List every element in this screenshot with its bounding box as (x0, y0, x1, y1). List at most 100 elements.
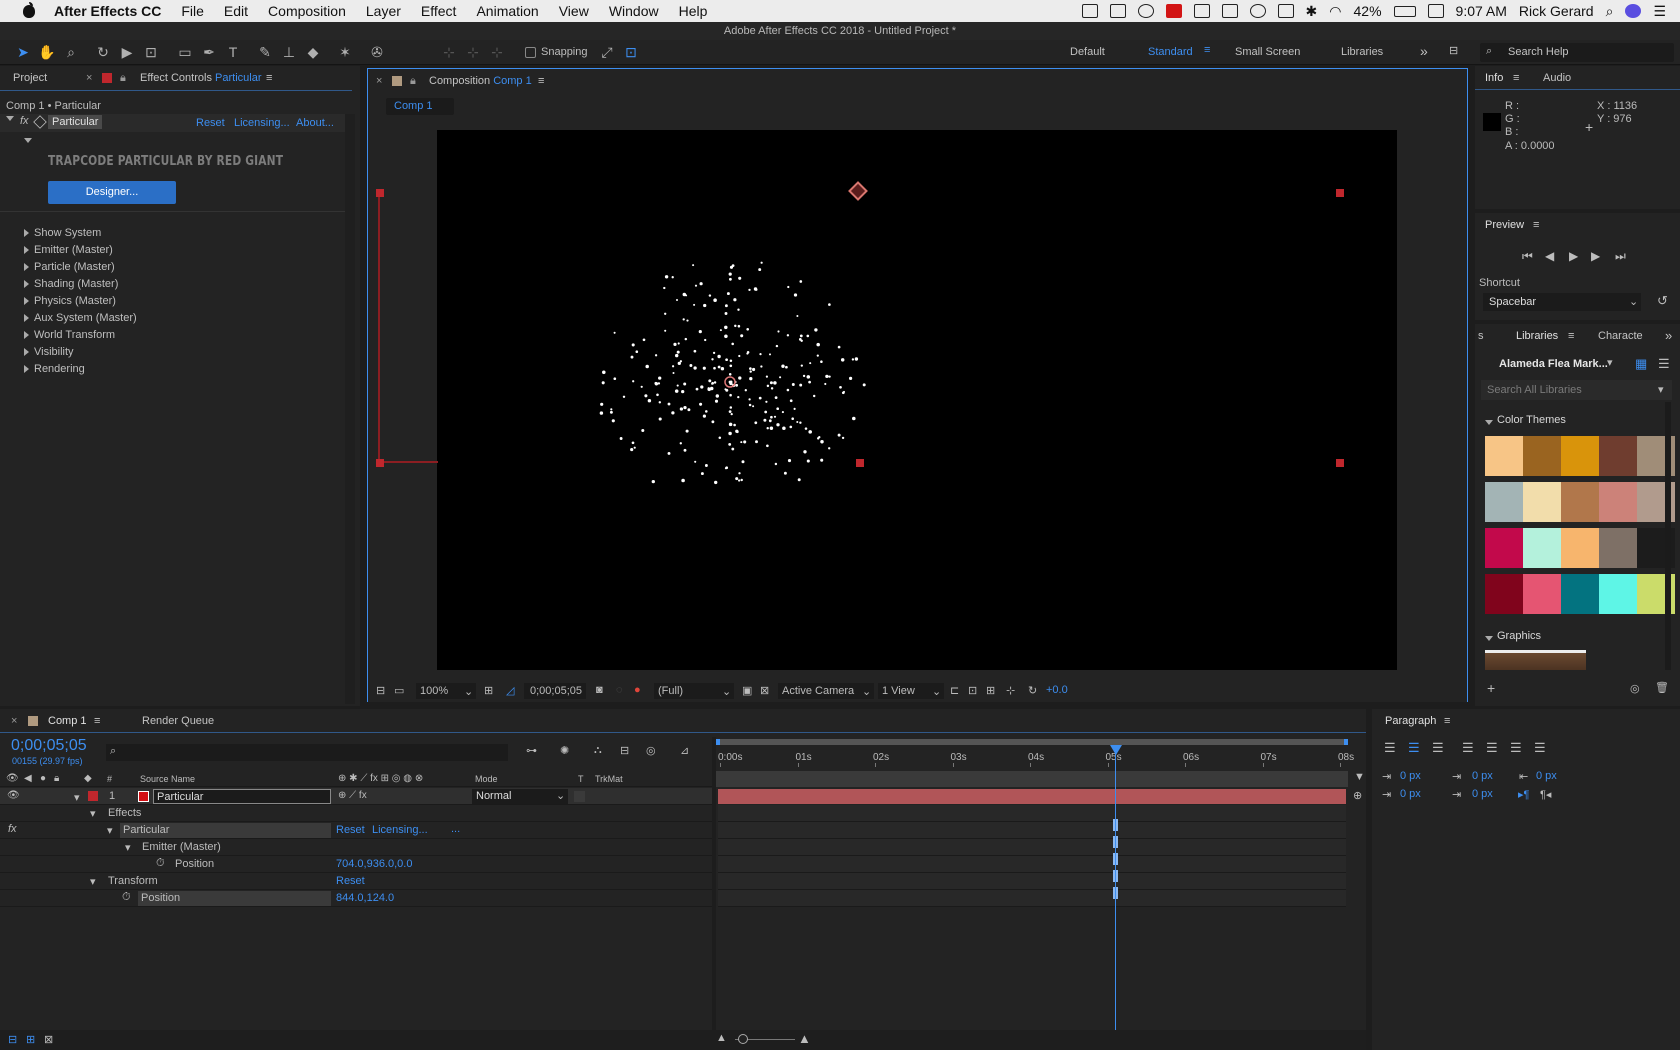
search-help-input[interactable]: Search Help (1508, 46, 1569, 58)
libraries-scrollbar[interactable] (1665, 402, 1671, 670)
indent-left-field[interactable]: 0 px (1400, 770, 1421, 782)
menu-view[interactable]: View (559, 3, 589, 19)
region-of-interest-icon[interactable]: ▣ (742, 684, 752, 697)
collapse-icon[interactable]: ▾ (90, 807, 96, 820)
close-project-icon[interactable]: × (86, 66, 92, 90)
color-theme-swatch[interactable] (1485, 436, 1523, 476)
work-area-bar[interactable] (716, 739, 1348, 745)
mirror-icon[interactable] (1277, 4, 1294, 18)
color-theme-swatch[interactable] (1523, 574, 1561, 614)
solo-switch-icon[interactable]: ● (40, 773, 46, 784)
motion-blur-icon[interactable]: ◎ (646, 744, 656, 757)
timeline-menu-icon[interactable]: ≡ (94, 709, 100, 733)
video-switch-icon[interactable]: 👁︎ (6, 773, 19, 784)
effect-controls-scrollbar[interactable] (345, 114, 355, 704)
library-search-input[interactable]: Search All Libraries (1487, 384, 1582, 396)
group-physics[interactable]: Physics (Master) (24, 293, 116, 309)
shortcut-dropdown[interactable]: Spacebar ⌄ (1483, 293, 1641, 311)
more-panels-icon[interactable]: » (1665, 324, 1672, 348)
pixel-aspect-icon[interactable]: ⊏ (950, 684, 959, 697)
emitter-group-row[interactable]: ▾ Emitter (Master) (0, 839, 712, 856)
menu-window[interactable]: Window (609, 3, 659, 19)
group-aux-system[interactable]: Aux System (Master) (24, 310, 137, 326)
comp-marker-icon[interactable]: ▼ (1354, 771, 1365, 783)
reset-exposure-icon[interactable]: ↻ (1028, 684, 1037, 697)
axis-local-icon[interactable]: ⊹ (440, 44, 458, 61)
lock-icon[interactable]: 🔒︎ (120, 66, 126, 90)
time-ruler[interactable]: 0:00s 01s 02s 03s 04s 05s 06s 07s 08s (716, 749, 1354, 767)
menu-layer[interactable]: Layer (366, 3, 401, 19)
snapping-checkbox[interactable] (525, 47, 536, 58)
group-emitter[interactable]: Emitter (Master) (24, 242, 113, 258)
workspace-small-screen[interactable]: Small Screen (1235, 46, 1300, 58)
menu-effect[interactable]: Effect (421, 3, 457, 19)
menu-animation[interactable]: Animation (476, 3, 538, 19)
color-theme-swatch[interactable] (1523, 436, 1561, 476)
layer-duration-bar[interactable] (718, 789, 1346, 804)
fast-previews-icon[interactable]: ⊡ (968, 684, 977, 697)
graphic-thumbnail[interactable] (1485, 650, 1586, 670)
comp-lock-icon[interactable]: 🔒︎ (410, 69, 416, 93)
axis-view-icon[interactable]: ⊹ (488, 44, 506, 61)
color-theme-swatch[interactable] (1561, 436, 1599, 476)
trash-icon[interactable]: 🗑︎ (1655, 681, 1669, 694)
transparency-grid-icon[interactable]: ⊠ (760, 684, 769, 697)
layer-expand-icon[interactable]: ▾ (74, 791, 80, 804)
roto-brush-tool-icon[interactable]: ✶ (336, 44, 354, 61)
tab-project[interactable]: Project (13, 66, 47, 90)
creative-cloud-icon[interactable] (1137, 4, 1154, 18)
snap-features-icon[interactable]: ⊡ (622, 44, 640, 61)
menu-edit[interactable]: Edit (224, 3, 248, 19)
time-navigator[interactable] (716, 771, 1348, 787)
space-after-field[interactable]: 0 px (1472, 788, 1493, 800)
graphics-header[interactable]: Graphics (1485, 630, 1541, 644)
user-name[interactable]: Rick Gerard (1519, 3, 1594, 19)
close-comp-icon[interactable]: × (376, 69, 382, 93)
creative-cloud-sync-icon[interactable]: ◎ (1630, 682, 1640, 695)
layer-search-input[interactable]: ⌕ (106, 744, 508, 761)
color-theme-swatch[interactable] (1523, 482, 1561, 522)
list-view-icon[interactable]: ☰ (1658, 356, 1670, 372)
effect-reset-link[interactable]: Reset (336, 824, 365, 836)
monitor-icon[interactable] (1193, 4, 1210, 18)
preserve-transparency-box[interactable] (574, 791, 585, 802)
justify-right-icon[interactable]: ☰ (1510, 740, 1522, 756)
frame-blending-icon[interactable]: ⊟ (620, 744, 629, 757)
modes-toggle-icon[interactable]: ⊞ (26, 1033, 35, 1046)
graph-editor-icon[interactable]: ⊿ (680, 744, 689, 757)
toggle-mask-icon[interactable]: ◿ (506, 684, 514, 697)
monitor-output-icon[interactable]: ▭ (394, 684, 404, 697)
designer-button[interactable]: Designer... (48, 181, 176, 204)
group-shading[interactable]: Shading (Master) (24, 276, 118, 292)
comp-mini-flowchart-icon[interactable]: ⊶ (526, 744, 537, 757)
rtl-direction-icon[interactable]: ¶◂ (1540, 788, 1551, 801)
workspace-standard[interactable]: Standard (1148, 46, 1193, 58)
color-theme-swatch[interactable] (1599, 528, 1637, 568)
views-dropdown[interactable]: 1 View ⌄ (878, 683, 944, 699)
tab-render-queue[interactable]: Render Queue (142, 709, 214, 733)
color-theme-swatch[interactable] (1561, 528, 1599, 568)
grid-view-icon[interactable]: ▦ (1635, 356, 1647, 372)
emitter-position-row[interactable]: ⏱︎ Position 704.0,936.0,0.0 (0, 856, 712, 873)
comp-subtab[interactable]: Comp 1 (386, 98, 454, 115)
effect-about-link[interactable]: About... (296, 117, 334, 129)
group-particle[interactable]: Particle (Master) (24, 259, 115, 275)
airplay-icon[interactable] (1081, 4, 1098, 18)
tab-character[interactable]: Characte (1598, 324, 1643, 348)
playhead-handle-icon[interactable] (1110, 745, 1123, 755)
add-icon[interactable]: + (1487, 680, 1495, 696)
group-visibility[interactable]: Visibility (24, 344, 74, 360)
libraries-menu-icon[interactable]: ≡ (1568, 324, 1574, 348)
more-workspaces-icon[interactable]: » (1420, 43, 1428, 59)
label-icon[interactable]: ◆ (84, 773, 92, 784)
ltr-direction-icon[interactable]: ▸¶ (1518, 788, 1529, 801)
timeline-timecode[interactable]: 0;00;05;05 (11, 737, 87, 755)
zoom-in-icon[interactable]: ▲ (798, 1031, 811, 1046)
draft-3d-icon[interactable]: ✺ (560, 744, 569, 757)
prev-frame-icon[interactable]: ◀ (1545, 249, 1554, 263)
color-theme-swatch[interactable] (1599, 482, 1637, 522)
composition-canvas[interactable] (437, 130, 1397, 670)
always-preview-icon[interactable]: ⊟ (376, 684, 385, 697)
effect-name[interactable]: Particular (48, 115, 103, 129)
timeline-icon[interactable]: ⊞ (986, 684, 995, 697)
